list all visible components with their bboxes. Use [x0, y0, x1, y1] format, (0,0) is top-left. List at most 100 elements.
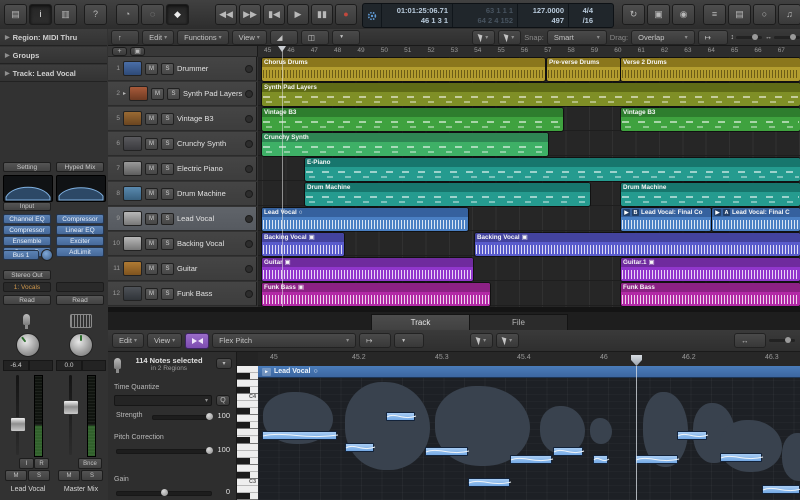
- editor-command-click-tool-menu[interactable]: ▾: [496, 333, 519, 348]
- flex-toggle-button[interactable]: [185, 333, 209, 349]
- region-backing-vocal[interactable]: Backing Vocal▣: [262, 233, 344, 256]
- take-play-icon[interactable]: ▶: [623, 209, 630, 216]
- mute-button[interactable]: M: [5, 470, 27, 481]
- editor-zoom-slider[interactable]: [769, 339, 795, 342]
- region-chorus-drums[interactable]: Chorus Drums: [262, 58, 545, 81]
- plugin-slot[interactable]: Compressor: [56, 214, 104, 224]
- note-pads-button[interactable]: ▤: [728, 4, 751, 25]
- track-record-indicator[interactable]: [245, 65, 253, 73]
- media-browser-button[interactable]: ▥: [54, 4, 77, 25]
- replace-button[interactable]: ▣: [647, 4, 670, 25]
- track-mute-button[interactable]: M: [145, 213, 158, 225]
- region-guitar-1[interactable]: Guitar.1▣: [621, 258, 800, 281]
- track-solo-button[interactable]: S: [161, 163, 174, 175]
- track-header-backing-vocal[interactable]: 10MSBacking Vocal: [108, 232, 257, 256]
- track-header-drum-machine[interactable]: 8MSDrum Machine: [108, 182, 257, 206]
- track-mute-button[interactable]: M: [145, 188, 158, 200]
- tools-button[interactable]: ◆: [166, 4, 189, 25]
- snap-menu[interactable]: Smart▾: [547, 30, 607, 45]
- flex-pitch-note[interactable]: [262, 431, 337, 440]
- track-solo-button[interactable]: S: [161, 263, 174, 275]
- region-guitar[interactable]: Guitar▣: [262, 258, 473, 281]
- empty-slot[interactable]: [56, 282, 104, 292]
- track-record-indicator[interactable]: [245, 240, 253, 248]
- tab-track[interactable]: Track: [371, 314, 470, 331]
- horizontal-zoom-slider[interactable]: [774, 36, 800, 39]
- track-solo-button[interactable]: S: [161, 238, 174, 250]
- region-vintage-b3[interactable]: Vintage B3: [621, 108, 800, 131]
- editor-view-menu[interactable]: View▾: [147, 333, 182, 348]
- flex-pitch-note[interactable]: [468, 478, 510, 487]
- strip-setting-button[interactable]: Hyped Mix: [56, 162, 104, 172]
- editor-filter-button[interactable]: ▼: [394, 333, 424, 348]
- solo-button[interactable]: S: [28, 470, 50, 481]
- editor-catch-button[interactable]: ↦: [359, 333, 391, 348]
- mute-button[interactable]: M: [58, 470, 80, 481]
- region-pre-verse-drums[interactable]: Pre-verse Drums: [547, 58, 620, 81]
- white-key[interactable]: [237, 444, 258, 451]
- transport-play-button[interactable]: ▶: [287, 4, 309, 25]
- eq-thumbnail[interactable]: [56, 175, 106, 202]
- track-mute-button[interactable]: M: [145, 263, 158, 275]
- black-key[interactable]: [237, 408, 258, 415]
- eq-thumbnail[interactable]: [3, 175, 53, 202]
- input-monitor-button[interactable]: I: [19, 458, 34, 469]
- region-drum-machine[interactable]: Drum Machine: [621, 183, 800, 206]
- track-mute-button[interactable]: M: [145, 238, 158, 250]
- flex-pitch-note[interactable]: [553, 447, 583, 456]
- functions-menu[interactable]: Functions▾: [177, 30, 229, 45]
- catch-button[interactable]: ↦: [698, 30, 728, 45]
- editor-beat-ruler[interactable]: 4545.245.345.44646.246.3: [258, 352, 800, 367]
- track-mute-button[interactable]: M: [145, 63, 158, 75]
- inspector-button[interactable]: i: [29, 4, 52, 25]
- record-enable-button[interactable]: R: [34, 458, 49, 469]
- quick-help-button[interactable]: ?: [84, 4, 107, 25]
- view-menu[interactable]: View▾: [232, 30, 267, 45]
- track-record-indicator[interactable]: [245, 215, 253, 223]
- black-key[interactable]: [237, 458, 258, 465]
- edit-menu[interactable]: Edit▾: [142, 30, 174, 45]
- track-solo-button[interactable]: S: [161, 213, 174, 225]
- region-lead-vocal-final-co[interactable]: ▶BLead Vocal: Final Co: [621, 208, 711, 231]
- track-mute-button[interactable]: M: [145, 288, 158, 300]
- white-key[interactable]: [237, 366, 258, 373]
- track-mute-button[interactable]: M: [151, 88, 164, 100]
- track-header-lead-vocal[interactable]: 9MSLead Vocal: [108, 207, 257, 231]
- flex-mode-menu[interactable]: Flex Pitch▾: [212, 333, 356, 348]
- metronome-button[interactable]: ◔: [116, 4, 139, 25]
- flex-pitch-note[interactable]: [345, 443, 374, 452]
- black-key[interactable]: [237, 493, 258, 500]
- tuner-button[interactable]: ◉: [672, 4, 695, 25]
- smart-controls-button[interactable]: ◌: [141, 4, 164, 25]
- gain-slider[interactable]: [116, 491, 212, 496]
- transport-rewind-button[interactable]: ◀◀: [215, 4, 237, 25]
- drag-menu[interactable]: Overlap▾: [631, 30, 694, 45]
- selection-menu-button[interactable]: ▾: [216, 358, 232, 369]
- pitch-correction-slider[interactable]: [116, 449, 212, 454]
- pan-knob[interactable]: [16, 333, 40, 357]
- automation-mode-button[interactable]: Read: [56, 295, 104, 305]
- track-header-funk-bass[interactable]: 12MSFunk Bass: [108, 282, 257, 306]
- white-key[interactable]: C4: [237, 394, 258, 401]
- tab-file[interactable]: File: [469, 314, 568, 331]
- track-solo-button[interactable]: S: [161, 138, 174, 150]
- transport-pause-button[interactable]: ▮▮: [311, 4, 333, 25]
- black-key[interactable]: [237, 422, 258, 429]
- volume-fader[interactable]: [10, 417, 26, 432]
- flex-pitch-note[interactable]: [635, 455, 678, 464]
- vertical-zoom-slider[interactable]: [736, 36, 762, 39]
- white-key[interactable]: [237, 401, 258, 408]
- flex-pitch-note[interactable]: [762, 485, 800, 494]
- output-slot[interactable]: Stereo Out: [3, 270, 51, 280]
- editor-auto-zoom-button[interactable]: ↔: [734, 333, 766, 348]
- track-header-guitar[interactable]: 11MSGuitar: [108, 257, 257, 281]
- region-backing-vocal[interactable]: Backing Vocal▣: [475, 233, 800, 256]
- track-record-indicator[interactable]: [245, 90, 253, 98]
- editor-region-header-bar[interactable]: ▸ Lead Vocal ○: [258, 366, 800, 378]
- horizontal-zoom-control[interactable]: ↔: [765, 34, 800, 41]
- plugin-slot[interactable]: Channel EQ: [3, 214, 51, 224]
- take-play-icon[interactable]: ▶: [714, 209, 721, 216]
- list-editors-button[interactable]: ≡: [703, 4, 726, 25]
- plugin-slot[interactable]: Exciter: [56, 236, 104, 246]
- track-record-indicator[interactable]: [245, 140, 253, 148]
